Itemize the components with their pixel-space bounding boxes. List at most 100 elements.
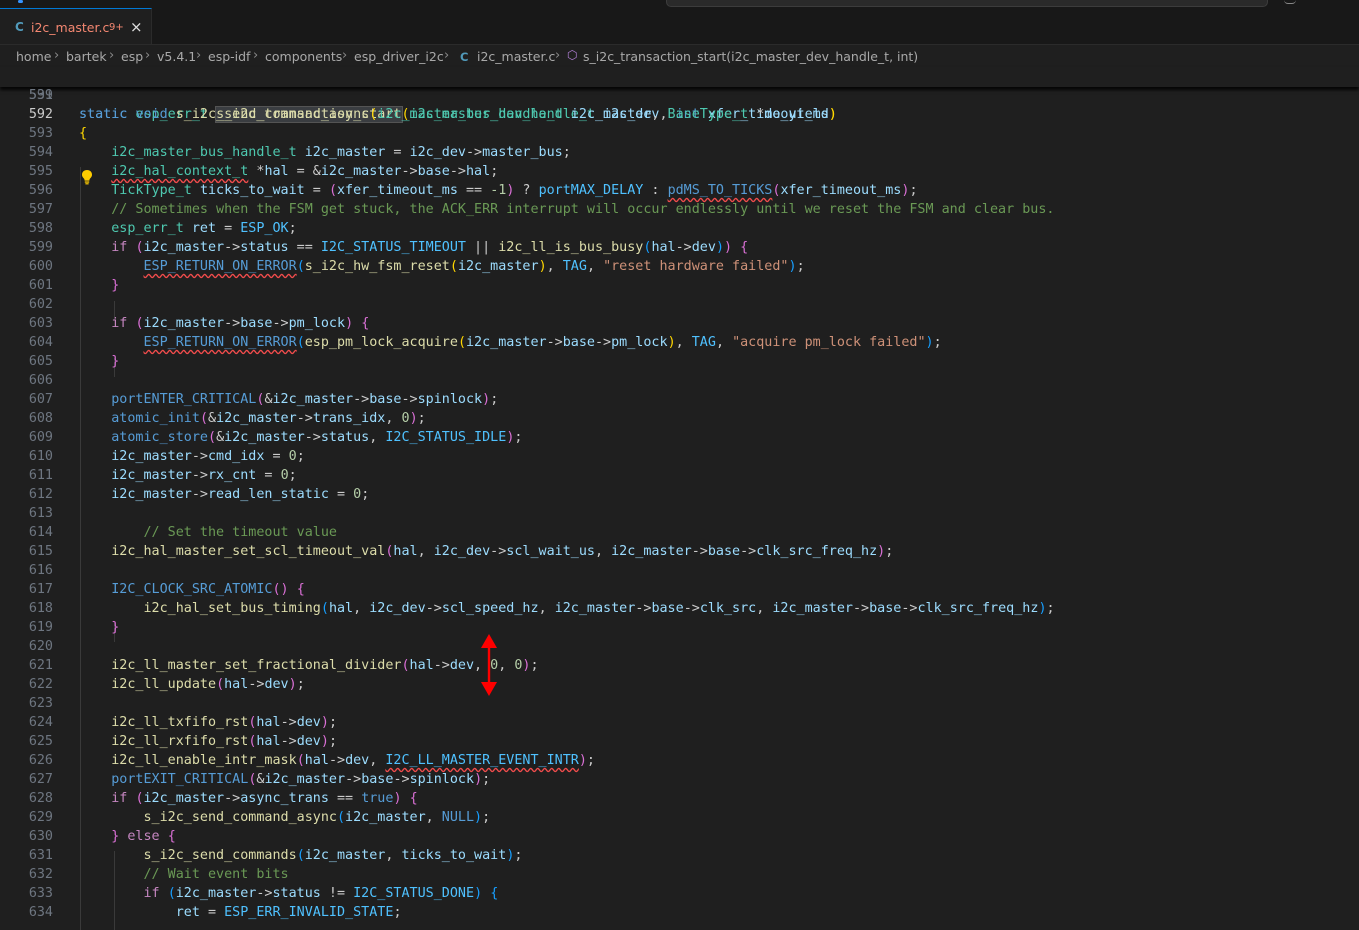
code-line[interactable]: 612 i2c_master->read_len_static = 0; bbox=[0, 485, 1359, 504]
code-line[interactable]: 602 bbox=[0, 295, 1359, 314]
code-line[interactable]: 605 } bbox=[0, 352, 1359, 371]
breadcrumb-item-symbol[interactable]: s_i2c_transaction_start(i2c_master_dev_h… bbox=[583, 49, 918, 64]
code-line[interactable]: 614 // Set the timeout value bbox=[0, 523, 1359, 542]
line-number: 622 bbox=[28, 677, 53, 692]
line-number: 613 bbox=[28, 506, 53, 521]
code-line[interactable]: 613 bbox=[0, 504, 1359, 523]
line-number: 600 bbox=[28, 259, 53, 274]
code-line[interactable]: 629 s_i2c_send_command_async(i2c_master,… bbox=[0, 808, 1359, 827]
code-line[interactable]: 632 // Wait event bits bbox=[0, 865, 1359, 884]
close-icon[interactable]: × bbox=[130, 18, 143, 36]
code-token: i2c_master bbox=[570, 107, 652, 122]
code-token: = bbox=[256, 468, 281, 483]
breadcrumb-item-home[interactable]: home bbox=[16, 49, 51, 64]
code-line[interactable]: 600 ESP_RETURN_ON_ERROR(s_i2c_hw_fsm_res… bbox=[0, 257, 1359, 276]
code-line[interactable]: 591 bbox=[0, 86, 1359, 105]
code-token: hal bbox=[264, 164, 289, 179]
code-text: ESP_RETURN_ON_ERROR(s_i2c_hw_fsm_reset(i… bbox=[79, 257, 805, 276]
code-line[interactable]: 633 if (i2c_master->status != I2C_STATUS… bbox=[0, 884, 1359, 903]
code-line[interactable]: 619 } bbox=[0, 618, 1359, 637]
account-icon[interactable] bbox=[1284, 0, 1296, 4]
code-token: i2c_master bbox=[224, 430, 305, 445]
code-editor[interactable]: 590}591592static esp_err_t s_i2c_transac… bbox=[0, 68, 1359, 930]
code-line[interactable]: 610 i2c_master->cmd_idx = 0; bbox=[0, 447, 1359, 466]
code-token: ; bbox=[361, 487, 370, 502]
code-line[interactable]: 594 i2c_master_bus_handle_t i2c_master =… bbox=[0, 143, 1359, 162]
code-token: i2c_hal_master_set_scl_timeout_val bbox=[111, 544, 386, 559]
code-line[interactable]: 622 i2c_ll_update(hal->dev); bbox=[0, 675, 1359, 694]
code-token: i2c_master bbox=[143, 240, 225, 255]
code-line[interactable]: 618 i2c_hal_set_bus_timing(hal, i2c_dev-… bbox=[0, 599, 1359, 618]
code-line[interactable]: 630 } else { bbox=[0, 827, 1359, 846]
code-line[interactable]: 634 ret = ESP_ERR_INVALID_STATE; bbox=[0, 903, 1359, 922]
code-token: ) bbox=[409, 411, 418, 426]
code-token: { bbox=[296, 582, 305, 597]
code-text: i2c_ll_enable_intr_mask(hal->dev, I2C_LL… bbox=[79, 751, 595, 770]
code-text: esp_err_t ret = ESP_OK; bbox=[79, 219, 296, 238]
code-token: i2c_master bbox=[143, 316, 225, 331]
code-token: rx_cnt bbox=[208, 468, 257, 483]
code-token: ; bbox=[288, 468, 297, 483]
code-line[interactable]: 595 i2c_hal_context_t *hal = &i2c_master… bbox=[0, 162, 1359, 181]
code-line[interactable]: 616 bbox=[0, 561, 1359, 580]
code-line[interactable]: 596 TickType_t ticks_to_wait = (xfer_tim… bbox=[0, 181, 1359, 200]
code-token: ) bbox=[288, 677, 297, 692]
code-line[interactable]: 593{ bbox=[0, 124, 1359, 143]
code-token: 0 bbox=[353, 487, 362, 502]
breadcrumb-item-esp[interactable]: esp bbox=[121, 49, 143, 64]
code-line[interactable]: 623 bbox=[0, 694, 1359, 713]
code-line[interactable]: 611 i2c_master->rx_cnt = 0; bbox=[0, 466, 1359, 485]
breadcrumb-item-bartek[interactable]: bartek bbox=[66, 49, 107, 64]
code-line[interactable]: 608 atomic_init(&i2c_master->trans_idx, … bbox=[0, 409, 1359, 428]
code-line[interactable]: 620 bbox=[0, 637, 1359, 656]
code-line[interactable]: 606 bbox=[0, 371, 1359, 390]
code-text: portEXIT_CRITICAL(&i2c_master->base->spi… bbox=[79, 770, 490, 789]
line-number: 606 bbox=[28, 373, 53, 388]
code-text: if (i2c_master->base->pm_lock) { bbox=[79, 314, 369, 333]
code-token: read_len_static bbox=[208, 487, 329, 502]
code-line[interactable]: 604 ESP_RETURN_ON_ERROR(esp_pm_lock_acqu… bbox=[0, 333, 1359, 352]
code-token: || bbox=[466, 240, 499, 255]
code-line[interactable]: 599 if (i2c_master->status == I2C_STATUS… bbox=[0, 238, 1359, 257]
code-token: -> bbox=[901, 601, 918, 616]
code-token: , bbox=[586, 259, 604, 274]
breadcrumb-item-version[interactable]: v5.4.1 bbox=[157, 49, 196, 64]
code-line[interactable]: 598 esp_err_t ret = ESP_OK; bbox=[0, 219, 1359, 238]
sticky-scroll-header[interactable]: 539 static void s_i2c_send_command_async… bbox=[0, 67, 1359, 122]
code-line[interactable]: 617 I2C_CLOCK_SRC_ATOMIC() { bbox=[0, 580, 1359, 599]
code-line[interactable]: 615 i2c_hal_master_set_scl_timeout_val(h… bbox=[0, 542, 1359, 561]
code-line[interactable]: 627 portEXIT_CRITICAL(&i2c_master->base-… bbox=[0, 770, 1359, 789]
breadcrumb-item-components[interactable]: components bbox=[265, 49, 342, 64]
tab-i2c-master-c[interactable]: C i2c_master.c 9+ × bbox=[0, 8, 152, 44]
code-token: -> bbox=[224, 240, 241, 255]
code-text: i2c_hal_set_bus_timing(hal, i2c_dev->scl… bbox=[79, 599, 1055, 618]
code-token: xfer_timeout_ms bbox=[780, 183, 902, 198]
code-token: "reset hardware failed" bbox=[603, 259, 789, 274]
command-center-search[interactable] bbox=[666, 0, 1268, 7]
code-token: if bbox=[111, 316, 128, 331]
code-line[interactable]: 631 s_i2c_send_commands(i2c_master, tick… bbox=[0, 846, 1359, 865]
code-token: i2c_master bbox=[111, 468, 192, 483]
breadcrumb-item-file[interactable]: i2c_master.c bbox=[477, 49, 555, 64]
code-line[interactable]: 601 } bbox=[0, 276, 1359, 295]
code-line[interactable]: 597 // Sometimes when the FSM get stuck,… bbox=[0, 200, 1359, 219]
code-token: ; bbox=[1046, 601, 1055, 616]
code-token: s_i2c_send_command_async bbox=[167, 107, 370, 122]
code-line[interactable]: 625 i2c_ll_rxfifo_rst(hal->dev); bbox=[0, 732, 1359, 751]
code-line[interactable]: 607 portENTER_CRITICAL(&i2c_master->base… bbox=[0, 390, 1359, 409]
lightbulb-icon[interactable] bbox=[80, 169, 94, 185]
breadcrumb-item-esp-driver-i2c[interactable]: esp_driver_i2c bbox=[354, 49, 444, 64]
code-line[interactable]: 621 i2c_ll_master_set_fractional_divider… bbox=[0, 656, 1359, 675]
code-line[interactable]: 603 if (i2c_master->base->pm_lock) { bbox=[0, 314, 1359, 333]
code-token: ( bbox=[328, 183, 337, 198]
code-line[interactable]: 626 i2c_ll_enable_intr_mask(hal->dev, I2… bbox=[0, 751, 1359, 770]
code-token: dev bbox=[296, 715, 321, 730]
code-line[interactable]: 628 if (i2c_master->async_trans == true)… bbox=[0, 789, 1359, 808]
code-line[interactable]: 609 atomic_store(&i2c_master->status, I2… bbox=[0, 428, 1359, 447]
breadcrumb-item-esp-idf[interactable]: esp-idf bbox=[208, 49, 250, 64]
code-line[interactable]: 624 i2c_ll_txfifo_rst(hal->dev); bbox=[0, 713, 1359, 732]
code-token: i2c_dev bbox=[369, 601, 426, 616]
